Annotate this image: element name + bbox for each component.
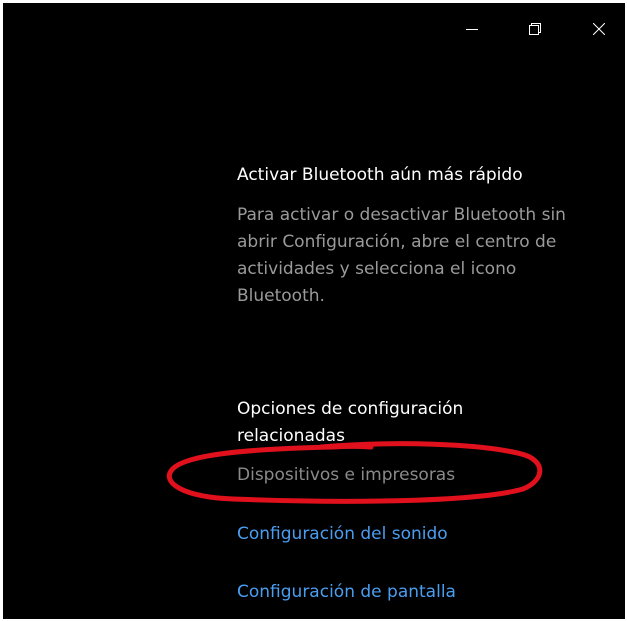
tip-body: Para activar o desactivar Bluetooth sin … — [237, 205, 566, 306]
sound-settings-link[interactable]: Configuración del sonido — [237, 522, 448, 546]
devices-and-printers-link[interactable]: Dispositivos e impresoras — [237, 463, 455, 487]
close-icon — [593, 23, 605, 35]
display-settings-link[interactable]: Configuración de pantalla — [237, 580, 456, 604]
tip-title: Activar Bluetooth aún más rápido — [237, 165, 523, 185]
restore-icon — [529, 23, 541, 35]
minimize-icon — [466, 29, 478, 30]
minimize-button[interactable] — [452, 5, 492, 53]
settings-window: Activar Bluetooth aún más rápido Para ac… — [3, 3, 625, 619]
maximize-button[interactable] — [515, 5, 555, 53]
screenshot-frame: Activar Bluetooth aún más rápido Para ac… — [0, 0, 627, 621]
related-settings-title: Opciones de configuración relacionadas — [237, 399, 464, 446]
close-button[interactable] — [579, 5, 619, 53]
